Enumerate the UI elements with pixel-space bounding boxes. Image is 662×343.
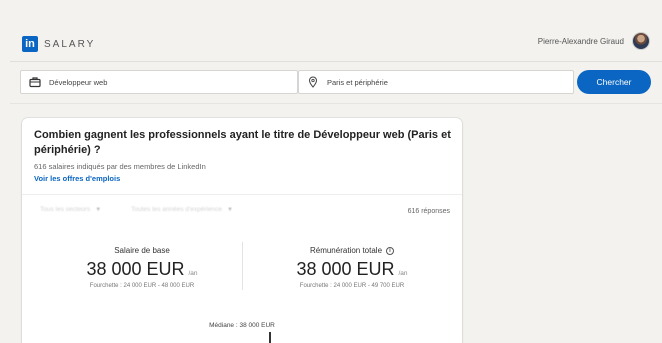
card-divider	[22, 194, 462, 195]
avatar[interactable]	[632, 32, 650, 50]
job-title-input[interactable]: Développeur web	[20, 70, 298, 94]
industry-filter-label: Tous les secteurs	[40, 206, 91, 213]
experience-filter-label: Toutes les années d'expérience	[131, 206, 223, 213]
jobs-link[interactable]: Voir les offres d'emplois	[34, 174, 120, 183]
base-salary-amount: 38 000 EUR	[86, 259, 185, 279]
job-title-value: Développeur web	[49, 77, 108, 87]
total-comp-unit: /an	[398, 270, 408, 277]
base-salary-range: Fourchette : 24 000 EUR - 48 000 EUR	[89, 283, 195, 289]
info-icon[interactable]: i	[386, 246, 395, 255]
median-label: Médiane : 38 000 EUR	[209, 322, 275, 329]
top-header: in SALARY Pierre-Alexandre Giraud	[10, 10, 662, 62]
location-input[interactable]: Paris et périphérie	[298, 70, 574, 94]
base-salary-unit: /an	[188, 270, 198, 277]
base-salary-label: Salaire de base	[114, 246, 170, 255]
experience-filter[interactable]: Toutes les années d'expérience ▼	[131, 206, 233, 213]
logo-text: SALARY	[44, 38, 96, 50]
total-comp-amount: 38 000 EUR	[296, 259, 395, 279]
location-value: Paris et périphérie	[327, 77, 388, 87]
total-comp-label: Rémunération totale i	[252, 246, 452, 255]
total-comp-block: Rémunération totale i 38 000 EUR /an Fou…	[252, 246, 452, 289]
search-bar: Développeur web Paris et périphérie Cher…	[10, 62, 662, 104]
filters-row: Tous les secteurs ▼ Toutes les années d'…	[40, 206, 233, 213]
chevron-down-icon: ▼	[227, 206, 233, 213]
briefcase-icon	[29, 77, 41, 88]
base-salary-value: 38 000 EUR /an	[42, 259, 242, 280]
search-button[interactable]: Chercher	[577, 70, 651, 94]
location-pin-icon	[308, 76, 318, 88]
base-salary-block: Salaire de base 38 000 EUR /an Fourchett…	[42, 246, 242, 289]
card-title: Combien gagnent les professionnels ayant…	[34, 129, 451, 156]
responses-count: 616 réponses	[407, 208, 450, 215]
linkedin-salary-logo[interactable]: in SALARY	[22, 36, 95, 52]
user-name: Pierre-Alexandre Giraud	[537, 36, 624, 46]
median-marker	[269, 332, 271, 343]
linkedin-logo-icon: in	[22, 36, 38, 52]
chevron-down-icon: ▼	[95, 206, 102, 213]
stats-separator	[242, 242, 243, 290]
salary-card: Combien gagnent les professionnels ayant…	[22, 118, 462, 343]
total-comp-range: Fourchette : 24 000 EUR - 49 700 EUR	[299, 283, 405, 289]
card-subtitle: 616 salaires indiqués par des membres de…	[34, 162, 206, 171]
total-comp-value: 38 000 EUR /an	[252, 259, 452, 280]
industry-filter[interactable]: Tous les secteurs ▼	[40, 206, 101, 213]
user-menu[interactable]: Pierre-Alexandre Giraud	[538, 32, 650, 50]
